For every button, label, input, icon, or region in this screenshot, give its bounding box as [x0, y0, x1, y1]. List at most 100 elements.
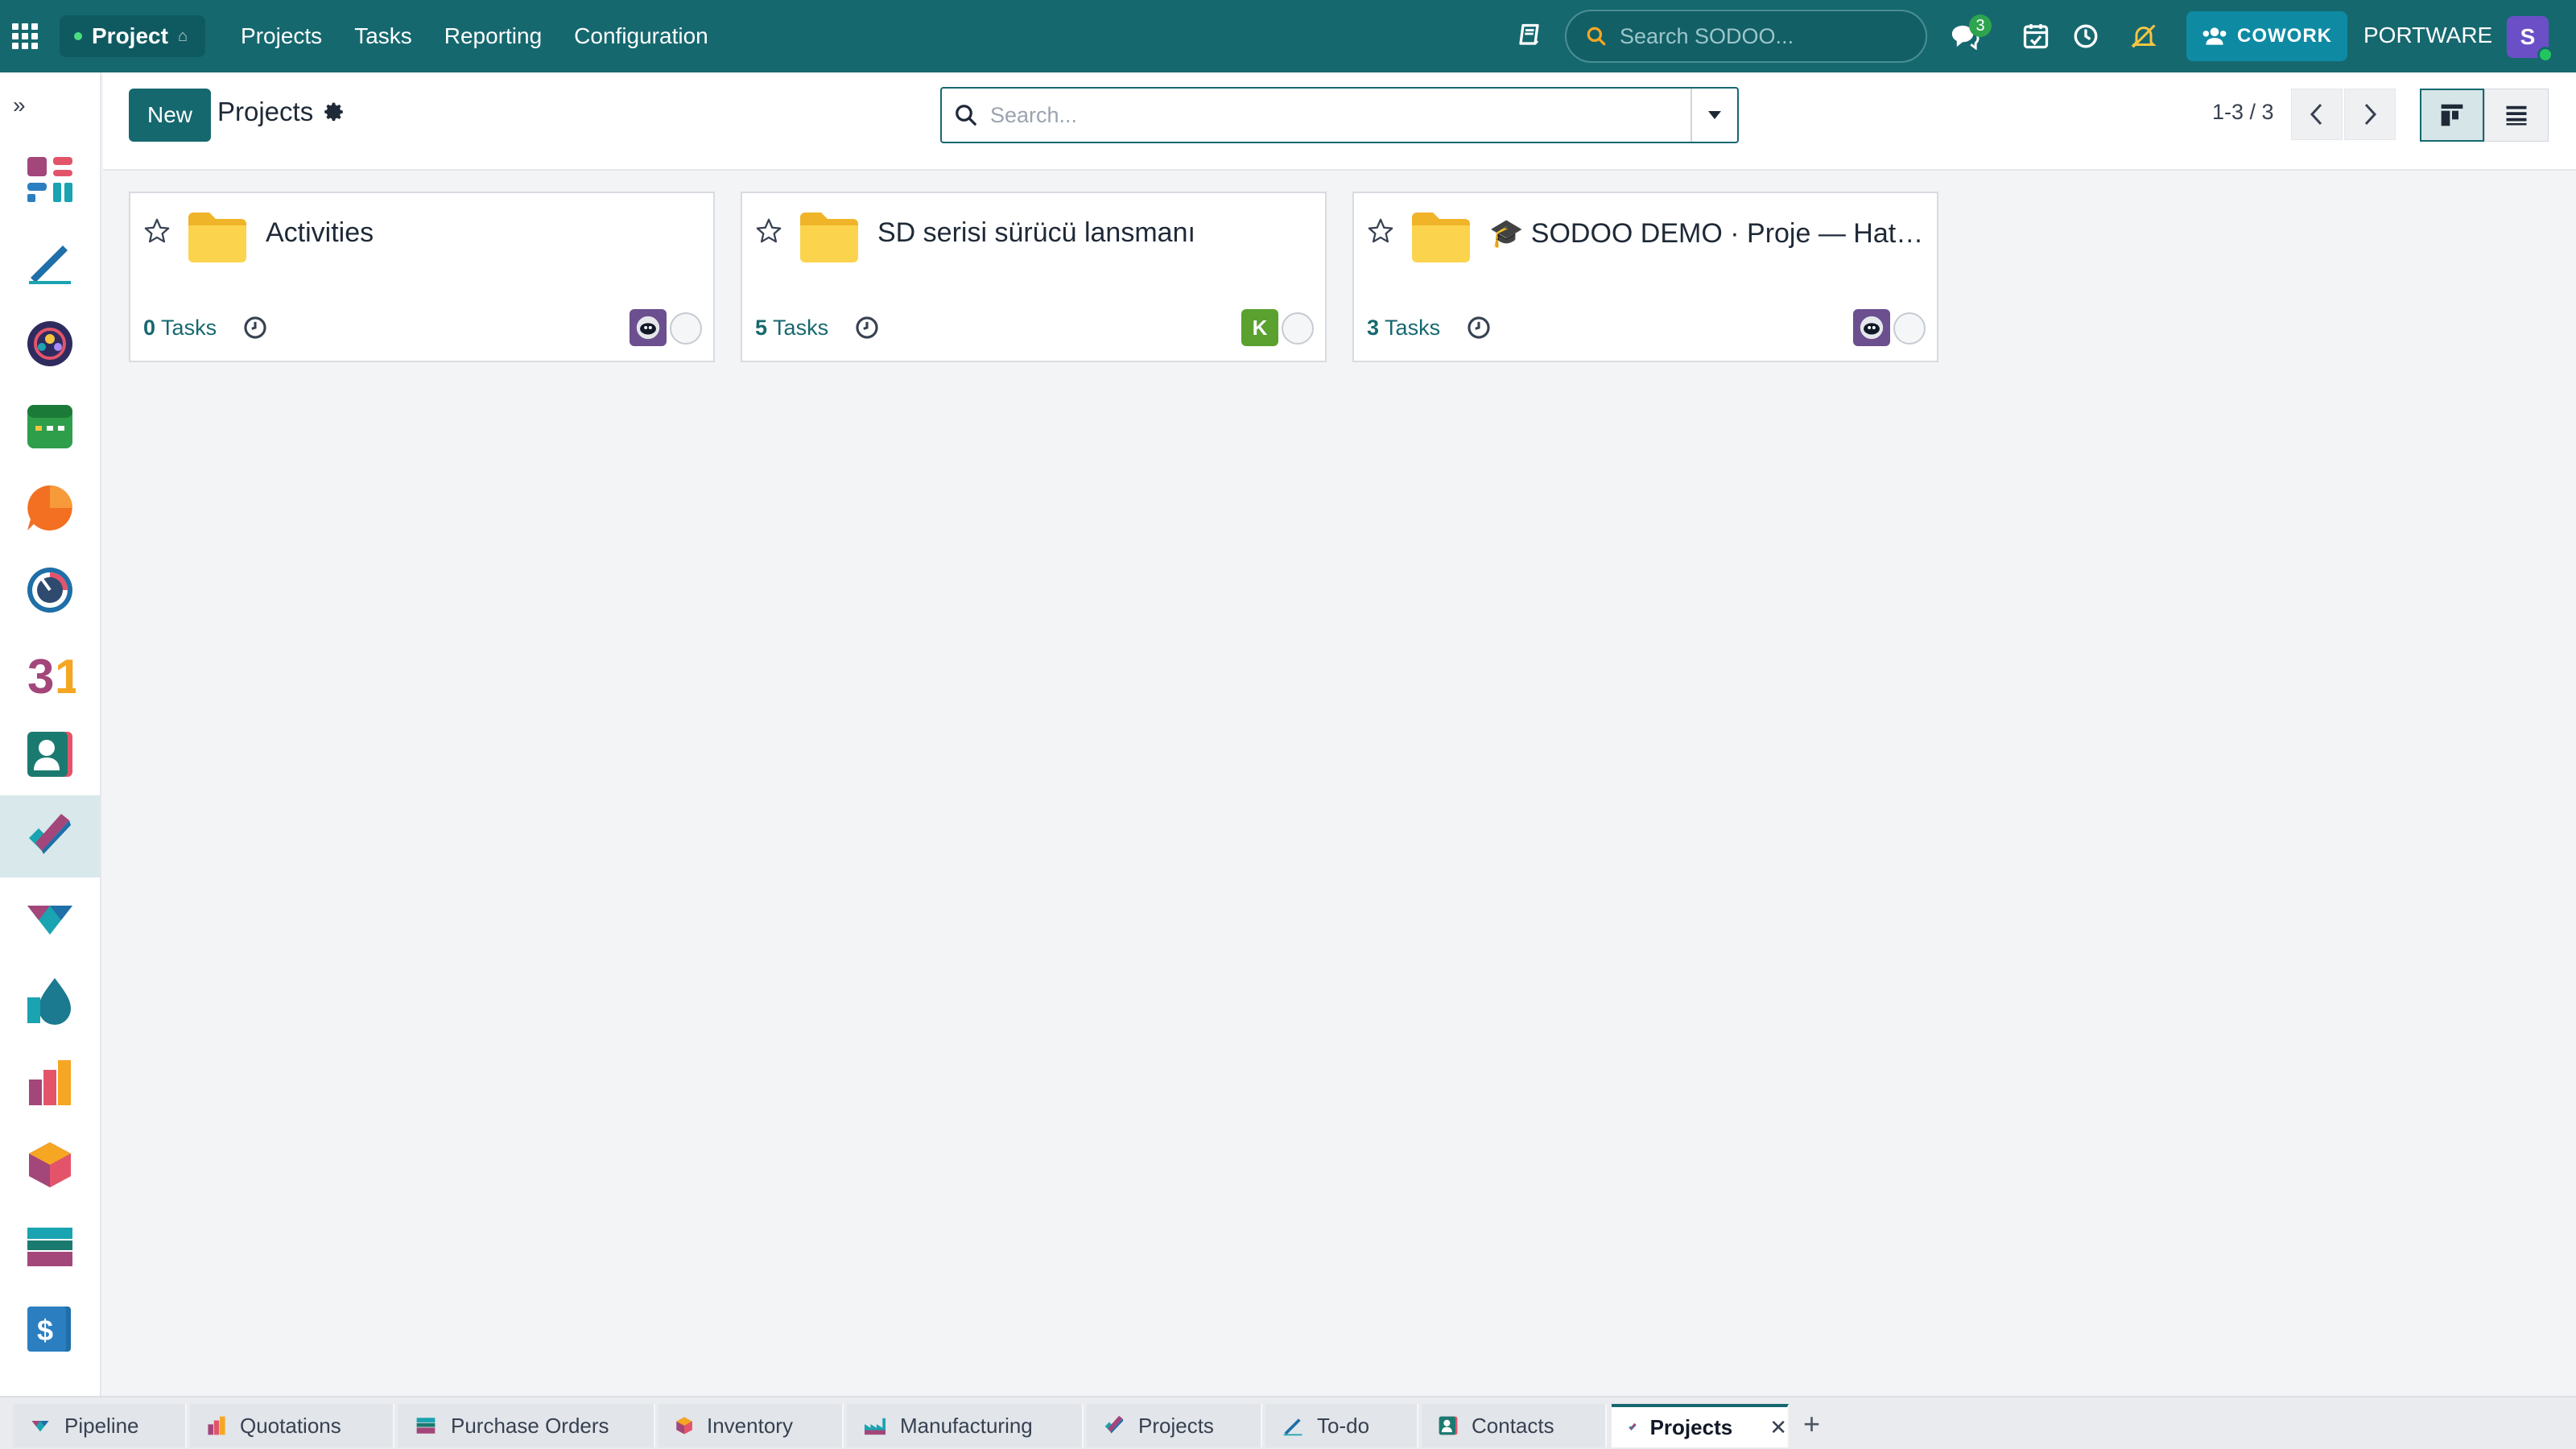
cowork-button[interactable]: COWORK	[2186, 11, 2347, 61]
messages-button[interactable]: 3	[1946, 14, 1992, 55]
menu-projects[interactable]: Projects	[241, 23, 322, 49]
pager-previous-button[interactable]	[2291, 89, 2343, 140]
task-count-link[interactable]: 3 Tasks	[1367, 316, 1440, 341]
chevron-left-icon	[2310, 103, 2322, 126]
new-project-button[interactable]: New	[129, 89, 211, 142]
gear-icon[interactable]	[324, 101, 345, 122]
project-card[interactable]: SD serisi sürücü lansmanı 5 Tasks K	[741, 192, 1327, 362]
close-tab-icon[interactable]: ✕	[1769, 1415, 1787, 1440]
activity-clock-icon[interactable]	[1465, 314, 1492, 341]
star-icon[interactable]	[1367, 217, 1394, 245]
cowork-label: COWORK	[2237, 25, 2332, 47]
pager-next-button[interactable]	[2344, 89, 2396, 140]
grid-icon	[12, 23, 38, 49]
menu-reporting[interactable]: Reporting	[444, 23, 542, 49]
tab-contacts[interactable]: Contacts	[1422, 1404, 1607, 1447]
star-icon[interactable]	[143, 217, 171, 245]
status-dot-icon	[74, 32, 82, 40]
sidebar-app-team[interactable]	[0, 303, 100, 385]
tab-label: Pipeline	[64, 1413, 139, 1438]
global-search[interactable]	[1565, 10, 1927, 63]
timesheet-button[interactable]	[2067, 18, 2104, 55]
sidebar-app-inventory[interactable]	[0, 1124, 100, 1206]
book-icon	[1519, 23, 1539, 45]
search-icon	[942, 103, 990, 127]
star-icon[interactable]	[755, 217, 782, 245]
online-status-icon	[2537, 47, 2553, 63]
project-card[interactable]: Activities 0 Tasks	[129, 192, 715, 362]
search-icon	[1587, 27, 1606, 46]
sidebar-app-timesheets[interactable]	[0, 549, 100, 631]
search-bar	[940, 87, 1739, 143]
list-view-button[interactable]	[2484, 89, 2549, 142]
project-status-indicator[interactable]	[670, 312, 702, 345]
add-tab-button[interactable]: +	[1803, 1407, 1820, 1441]
activity-clock-icon[interactable]	[853, 314, 881, 341]
task-count-link[interactable]: 5 Tasks	[755, 316, 828, 341]
notifications-button[interactable]	[2125, 18, 2162, 55]
checkmark-app-icon	[29, 814, 71, 854]
sidebar-app-invoicing[interactable]: $	[0, 1288, 100, 1370]
task-count: 5	[755, 316, 768, 340]
sidebar-app-discuss[interactable]	[0, 467, 100, 549]
svg-text:$: $	[37, 1314, 53, 1347]
user-avatar[interactable]: S	[2507, 16, 2553, 63]
sidebar-app-contacts[interactable]	[0, 713, 100, 795]
global-search-input[interactable]	[1620, 23, 1893, 49]
sidebar-app-todo[interactable]	[0, 221, 100, 303]
activities-button[interactable]	[2017, 18, 2054, 55]
project-status-indicator[interactable]	[1282, 312, 1314, 345]
sidebar-app-project[interactable]	[0, 795, 100, 877]
tab-to-do[interactable]: To-do	[1265, 1404, 1418, 1447]
sidebar-app-purchase[interactable]	[0, 1206, 100, 1288]
handshake-icon	[31, 1421, 49, 1432]
tab-projects-active[interactable]: Projects ✕	[1612, 1404, 1789, 1447]
tab-projects[interactable]: Projects	[1087, 1404, 1262, 1447]
project-title[interactable]: SD serisi sürücü lansmanı	[877, 217, 1312, 249]
company-switcher[interactable]: PORTWARE	[2363, 23, 2492, 48]
app-sidebar: » 31 $	[0, 72, 101, 1396]
tab-label: Contacts	[1472, 1413, 1554, 1438]
task-count: 3	[1367, 316, 1380, 340]
box-icon	[29, 1142, 71, 1187]
tab-quotations[interactable]: Quotations	[190, 1404, 394, 1447]
task-label: Tasks	[1385, 316, 1441, 340]
menu-configuration[interactable]: Configuration	[574, 23, 708, 49]
task-count-link[interactable]: 0 Tasks	[143, 316, 217, 341]
pager-value[interactable]: 1-3 / 3	[2212, 100, 2274, 125]
expand-sidebar-button[interactable]: »	[0, 72, 100, 138]
current-app-button[interactable]: Project ⌂	[60, 15, 206, 57]
messages-badge: 3	[1969, 14, 1992, 37]
activity-clock-icon[interactable]	[242, 314, 269, 341]
app-menu-button[interactable]	[0, 0, 50, 72]
pen-icon	[1283, 1418, 1302, 1436]
project-title[interactable]: 🎓 SODOO DEMO · Proje — Hat Sonu Kalite K…	[1489, 217, 1924, 250]
task-label: Tasks	[161, 316, 217, 340]
project-card[interactable]: 🎓 SODOO DEMO · Proje — Hat Sonu Kalite K…	[1352, 192, 1938, 362]
sidebar-app-reporting[interactable]	[0, 1042, 100, 1124]
invoice-icon: $	[27, 1307, 71, 1352]
clock-icon	[2074, 24, 2098, 48]
list-icon	[2506, 105, 2527, 126]
sidebar-app-calendar[interactable]: 31	[0, 631, 100, 713]
menu-tasks[interactable]: Tasks	[354, 23, 412, 49]
project-title[interactable]: Activities	[266, 217, 700, 249]
sidebar-app-crm[interactable]	[0, 877, 100, 960]
owner-avatar[interactable]	[630, 309, 667, 346]
kanban-view-button[interactable]	[2420, 89, 2484, 142]
owner-avatar[interactable]	[1853, 309, 1890, 346]
search-options-toggle[interactable]	[1690, 89, 1737, 142]
documentation-button[interactable]	[1512, 18, 1549, 55]
owner-avatar[interactable]: K	[1241, 309, 1278, 346]
tab-purchase-orders[interactable]: Purchase Orders	[398, 1404, 655, 1447]
tab-label: Projects	[1649, 1414, 1733, 1439]
sidebar-app-planning[interactable]	[0, 385, 100, 467]
sidebar-app-helpdesk[interactable]	[0, 960, 100, 1042]
project-status-indicator[interactable]	[1893, 312, 1926, 345]
bar-chart-app-icon	[29, 1060, 71, 1105]
sidebar-app-dashboards[interactable]	[0, 138, 100, 221]
tab-pipeline[interactable]: Pipeline	[13, 1404, 187, 1447]
tab-inventory[interactable]: Inventory	[658, 1404, 844, 1447]
search-input[interactable]	[990, 91, 1690, 139]
tab-manufacturing[interactable]: Manufacturing	[847, 1404, 1084, 1447]
